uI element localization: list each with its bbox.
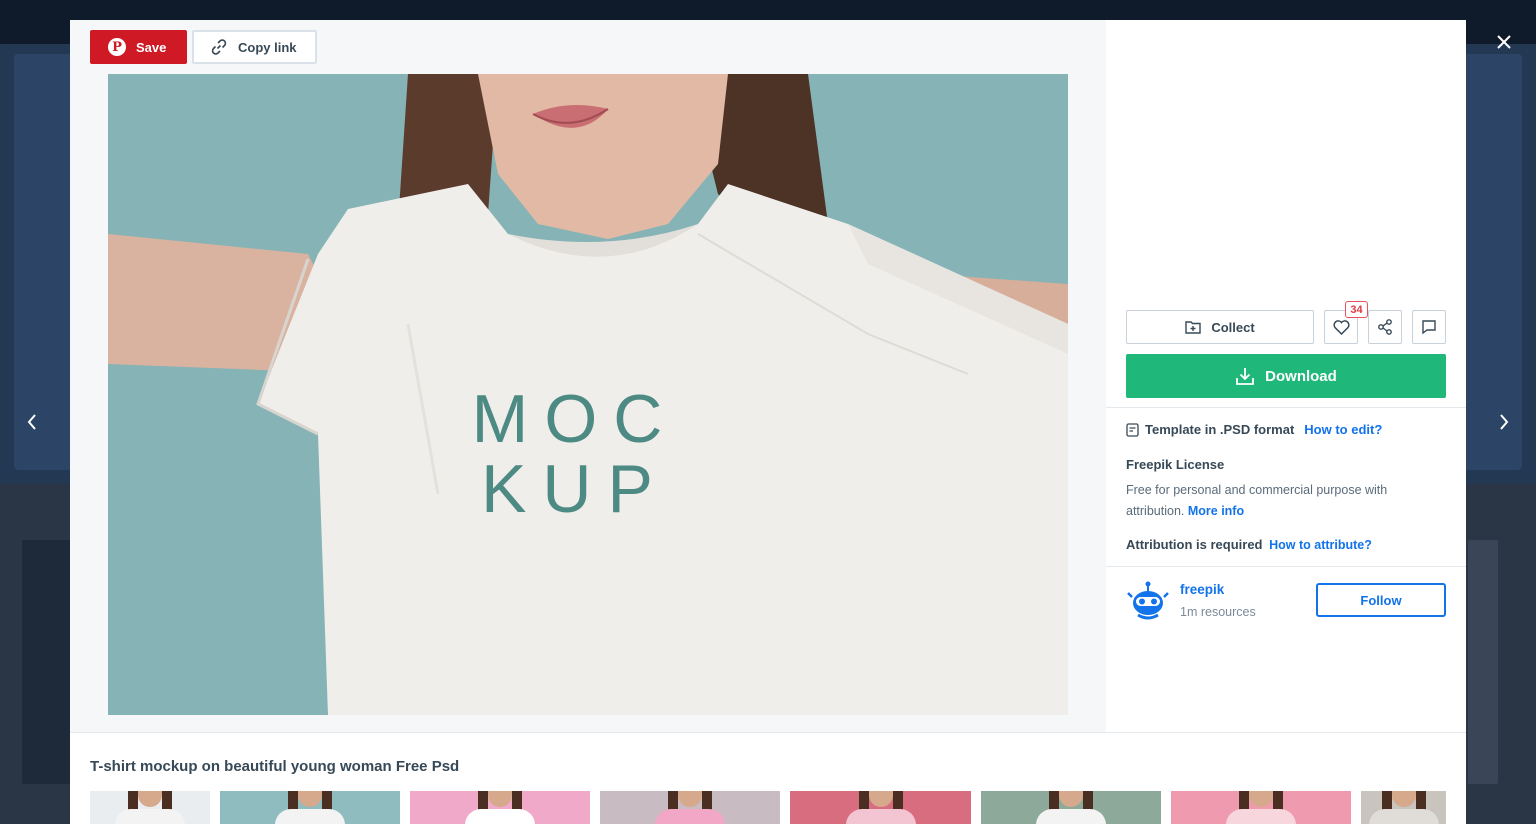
related-thumbnails-strip	[90, 791, 1446, 824]
related-thumbnail[interactable]	[790, 791, 971, 824]
copy-link-label: Copy link	[238, 39, 297, 55]
resource-detail-modal: P Save Copy link MOC KUP Collect 34 Down…	[70, 20, 1466, 824]
related-thumbnail[interactable]	[90, 791, 210, 824]
thumbnail-shirt	[465, 809, 535, 824]
resource-sidebar: Collect 34 Download Template in .PSD for…	[1106, 20, 1466, 732]
thumbnail-shirt	[655, 809, 725, 824]
thumbnail-shirt	[1226, 809, 1296, 824]
license-text: Free for personal and commercial purpose…	[1126, 483, 1388, 518]
comment-button[interactable]	[1412, 310, 1446, 344]
ad-placeholder	[1106, 20, 1466, 300]
thumbnail-face	[678, 791, 702, 807]
close-modal-button[interactable]	[1492, 30, 1516, 54]
background-tile	[1468, 540, 1498, 784]
close-icon	[1497, 35, 1511, 49]
thumbnail-shirt	[275, 809, 345, 824]
thumbnail-face	[488, 791, 512, 807]
preview-area: P Save Copy link MOC KUP	[70, 20, 1106, 732]
resource-title: T-shirt mockup on beautiful young woman …	[90, 758, 460, 775]
link-icon	[211, 39, 227, 55]
thumbnail-face	[138, 791, 162, 807]
license-description: Free for personal and commercial purpose…	[1126, 480, 1436, 522]
related-thumbnail[interactable]	[1361, 791, 1446, 824]
pinterest-save-button[interactable]: P Save	[90, 30, 187, 64]
divider	[1106, 566, 1466, 567]
comment-icon	[1422, 320, 1436, 335]
previous-resource-button[interactable]	[18, 408, 46, 436]
copy-link-button[interactable]: Copy link	[192, 30, 317, 64]
file-icon	[1126, 422, 1139, 437]
thumbnail-face	[1391, 791, 1416, 807]
share-icon	[1378, 319, 1392, 335]
folder-plus-icon	[1185, 321, 1202, 334]
collect-label: Collect	[1211, 319, 1255, 335]
chevron-left-icon	[27, 414, 36, 430]
follow-button[interactable]: Follow	[1316, 583, 1446, 617]
author-resource-count: 1m resources	[1180, 605, 1256, 619]
related-thumbnail[interactable]	[981, 791, 1161, 824]
attribution-row: Attribution is required How to attribute…	[1126, 537, 1372, 552]
shirt-text-line1: MOC	[472, 381, 679, 457]
thumbnail-face	[868, 791, 893, 807]
thumbnail-face	[1059, 791, 1083, 807]
pinterest-icon: P	[108, 38, 126, 56]
shirt-text-line2: KUP	[481, 451, 669, 527]
resource-footer: T-shirt mockup on beautiful young woman …	[70, 732, 1466, 824]
how-to-edit-link[interactable]: How to edit?	[1304, 422, 1382, 437]
related-thumbnail[interactable]	[220, 791, 400, 824]
related-thumbnail[interactable]	[1171, 791, 1351, 824]
thumbnail-shirt	[1036, 809, 1106, 824]
thumbnail-shirt	[1368, 809, 1439, 824]
download-button[interactable]: Download	[1126, 354, 1446, 398]
save-label: Save	[136, 39, 167, 55]
like-count-badge: 34	[1345, 301, 1368, 318]
related-thumbnail[interactable]	[410, 791, 590, 824]
next-resource-button[interactable]	[1490, 408, 1518, 436]
thumbnail-face	[298, 791, 322, 807]
format-row: Template in .PSD format How to edit?	[1126, 422, 1382, 437]
download-label: Download	[1265, 367, 1337, 385]
divider	[1106, 407, 1466, 408]
thumbnail-shirt	[115, 809, 185, 824]
more-info-link[interactable]: More info	[1188, 504, 1244, 518]
resource-preview-image: MOC KUP	[108, 74, 1068, 715]
thumbnail-face	[1249, 791, 1273, 807]
attribution-text: Attribution is required	[1126, 537, 1263, 552]
license-title: Freepik License	[1126, 457, 1225, 472]
format-text: Template in .PSD format	[1145, 422, 1295, 437]
related-thumbnail[interactable]	[600, 791, 780, 824]
collect-button[interactable]: Collect	[1126, 310, 1314, 344]
share-button[interactable]	[1368, 310, 1402, 344]
chevron-right-icon	[1500, 414, 1509, 430]
author-avatar[interactable]	[1126, 579, 1170, 623]
how-to-attribute-link[interactable]: How to attribute?	[1269, 538, 1372, 552]
background-tile	[22, 540, 72, 784]
download-icon	[1236, 368, 1255, 385]
heart-icon	[1332, 319, 1350, 335]
author-name-link[interactable]: freepik	[1180, 582, 1224, 597]
thumbnail-shirt	[845, 809, 916, 824]
